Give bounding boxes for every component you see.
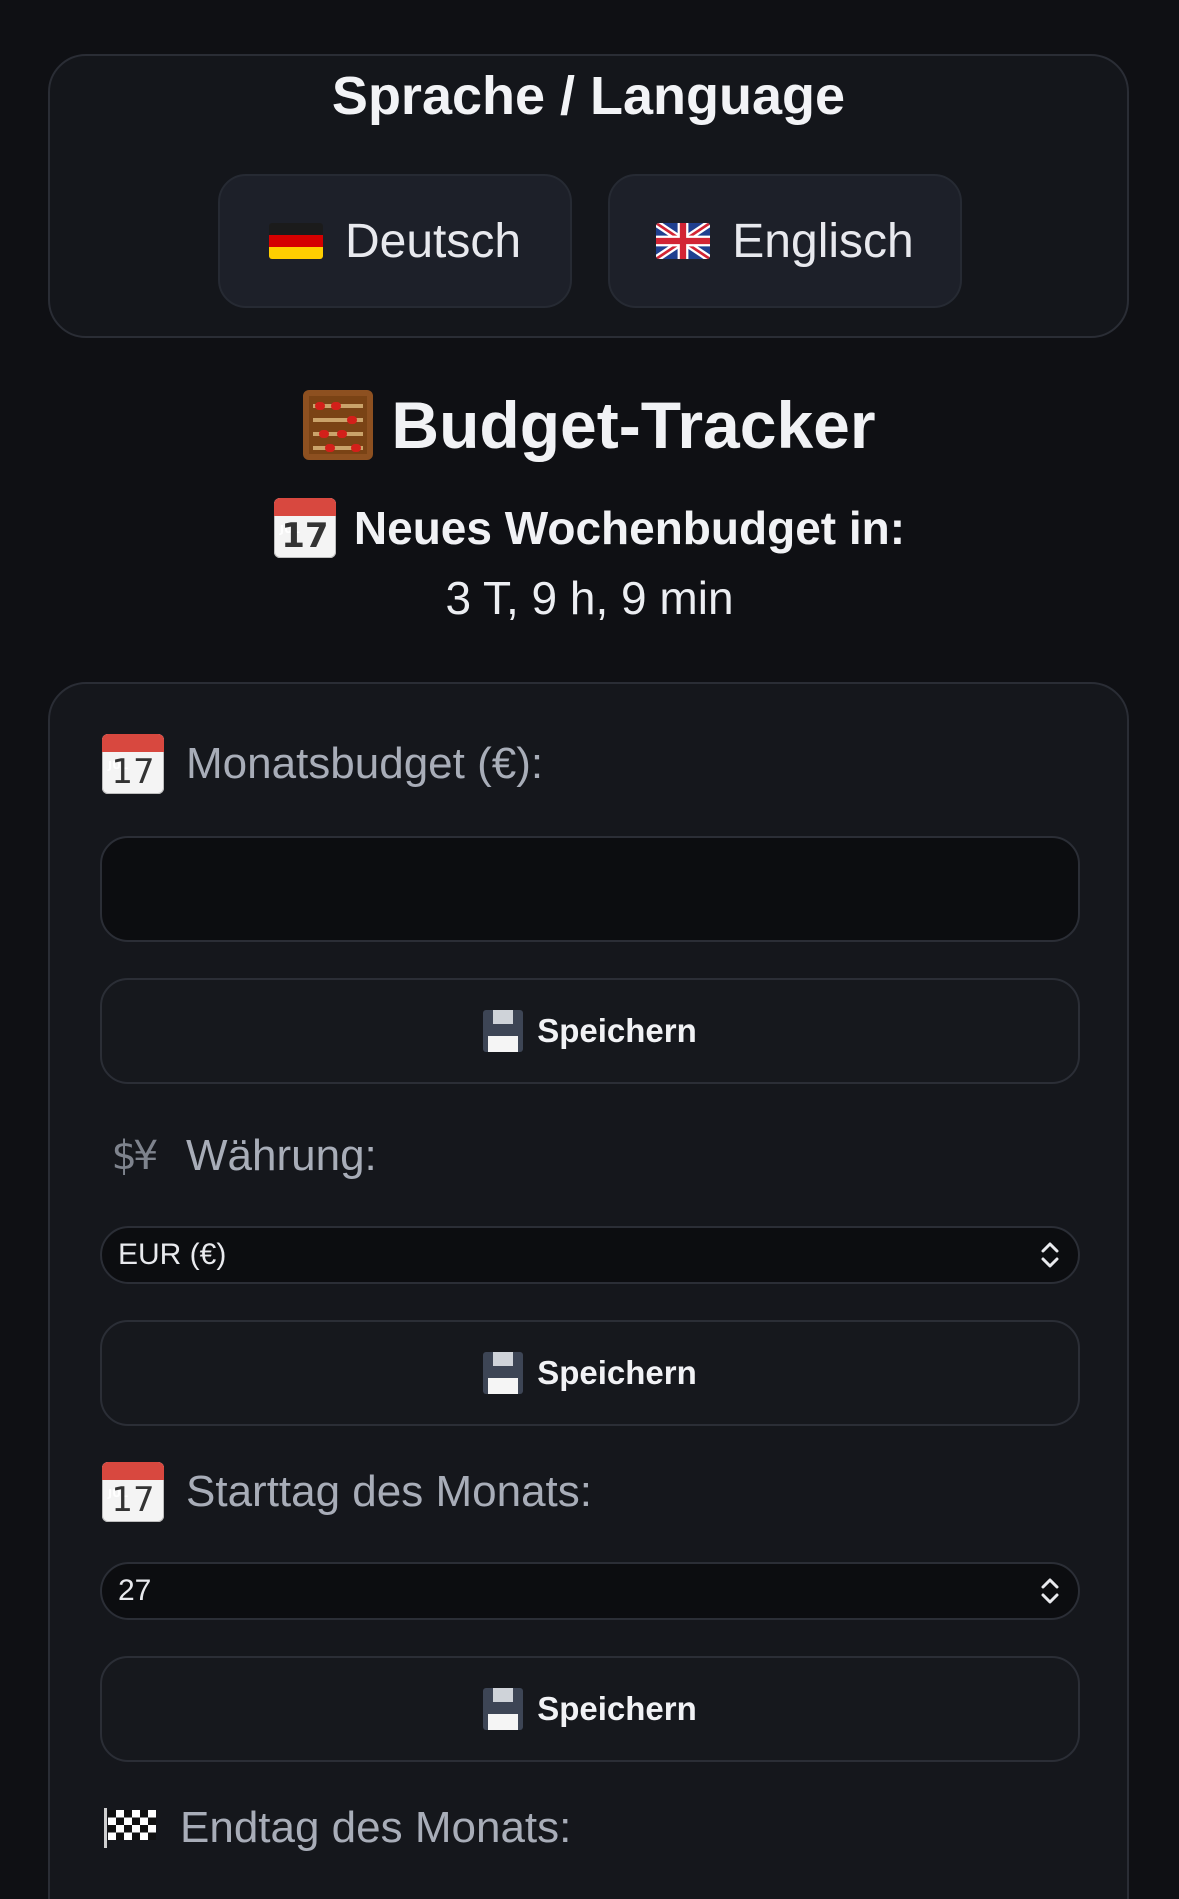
end-day-label: Endtag des Monats:	[102, 1798, 571, 1858]
calendar-icon: JUL 17	[273, 498, 336, 558]
save-start-day-button[interactable]: Speichern	[100, 1656, 1080, 1762]
tear-off-calendar-icon: JUL 17	[102, 1462, 164, 1522]
currency-select[interactable]: EUR (€)	[100, 1226, 1080, 1284]
language-button-label: Englisch	[732, 214, 914, 268]
start-day-selected-value: 27	[118, 1574, 152, 1607]
week-budget-label: Neues Wochenbudget in:	[353, 502, 906, 554]
start-day-label-text: Starttag des Monats:	[186, 1467, 592, 1516]
language-button-deutsch[interactable]: Deutsch	[218, 174, 572, 308]
start-day-select[interactable]: 27	[100, 1562, 1080, 1620]
start-day-label: JUL 17 Starttag des Monats:	[102, 1462, 592, 1522]
save-button-label: Speichern	[537, 1690, 697, 1727]
save-button-label: Speichern	[537, 1012, 697, 1049]
currency-label: $¥ Währung:	[102, 1126, 377, 1186]
monthly-budget-label-text: Monatsbudget (€):	[186, 739, 544, 788]
flag-uk-icon	[656, 223, 711, 259]
page-title: Budget-Tracker	[391, 388, 876, 462]
currency-exchange-icon: $¥	[111, 1133, 159, 1179]
chequered-flag-icon	[104, 1808, 156, 1848]
abacus-icon	[303, 390, 374, 460]
save-button-label: Speichern	[537, 1354, 697, 1391]
save-currency-button[interactable]: Speichern	[100, 1320, 1080, 1426]
monthly-budget-label: JUL 17 Monatsbudget (€):	[102, 734, 543, 794]
language-button-label: Deutsch	[344, 214, 522, 268]
week-budget-countdown: 3 T, 9 h, 9 min	[445, 572, 734, 624]
floppy-disk-icon	[483, 1352, 524, 1394]
app-title-row: Budget-Tracker	[0, 388, 1179, 462]
settings-panel: JUL 17 Monatsbudget (€): Speichern $¥ Wä…	[48, 682, 1129, 1899]
monthly-budget-input[interactable]	[100, 836, 1080, 942]
flag-germany-icon	[268, 223, 323, 259]
language-panel: Sprache / Language Deutsch Englisch	[48, 54, 1129, 338]
chevron-up-down-icon	[1041, 1578, 1059, 1604]
save-monthly-budget-button[interactable]: Speichern	[100, 978, 1080, 1084]
end-day-label-text: Endtag des Monats:	[180, 1803, 572, 1852]
language-title: Sprache / Language	[331, 66, 846, 126]
week-budget-row: JUL 17 Neues Wochenbudget in:	[0, 498, 1179, 558]
page: Sprache / Language Deutsch Englisch Budg…	[0, 0, 1179, 1899]
floppy-disk-icon	[483, 1010, 524, 1052]
chevron-up-down-icon	[1041, 1242, 1059, 1268]
currency-label-text: Währung:	[186, 1131, 377, 1180]
floppy-disk-icon	[483, 1688, 524, 1730]
language-button-englisch[interactable]: Englisch	[608, 174, 962, 308]
calendar-icon: JUL 17	[102, 734, 164, 794]
currency-selected-value: EUR (€)	[118, 1238, 227, 1271]
